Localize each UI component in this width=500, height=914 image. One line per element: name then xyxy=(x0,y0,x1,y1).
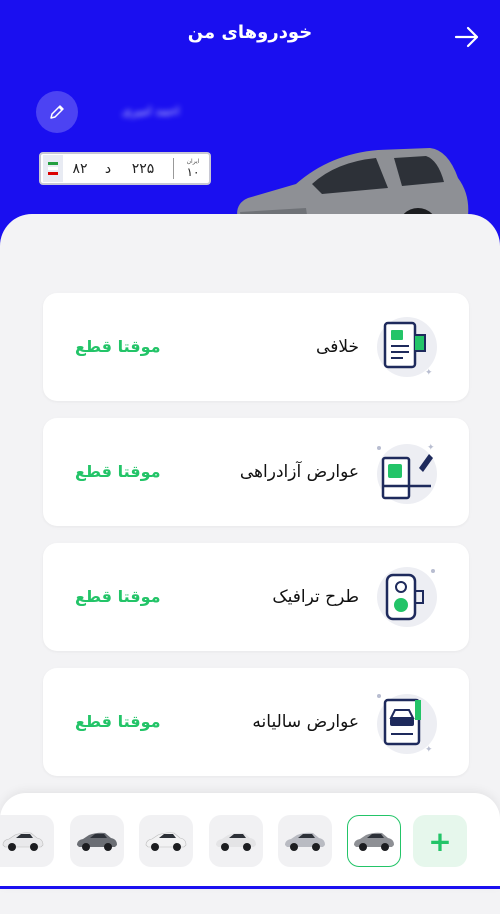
svg-text:✦: ✦ xyxy=(425,368,433,378)
plate-region-code: ۱۰ xyxy=(186,165,200,179)
add-car-button[interactable]: + xyxy=(413,815,467,867)
car-icon xyxy=(77,832,117,851)
traffic-plan-icon xyxy=(377,567,437,627)
back-button[interactable] xyxy=(450,20,484,54)
service-title: عوارض سالیانه xyxy=(252,712,359,732)
service-status: موقتا قطع xyxy=(75,587,161,606)
car-thumbnail[interactable] xyxy=(139,815,193,867)
car-thumbnail-selected[interactable] xyxy=(347,815,401,867)
owner-name: احمد امیری xyxy=(122,104,180,118)
car-icon xyxy=(2,832,44,851)
plate-region-label: ایران xyxy=(186,158,200,165)
plate-region: ایران ۱۰ xyxy=(173,158,206,179)
car-icon xyxy=(354,832,394,851)
toll-booth-icon: ✦ xyxy=(377,443,437,504)
fines-receipt-icon: ✦ xyxy=(377,317,437,378)
service-status: موقتا قطع xyxy=(75,712,161,731)
service-card-annual-toll[interactable]: ✦ عوارض سالیانه موقتا قطع xyxy=(43,668,469,776)
iran-flag-icon xyxy=(43,155,63,182)
service-title: عوارض آزادراهی xyxy=(239,462,359,482)
edit-button[interactable] xyxy=(36,91,78,133)
car-thumbnail[interactable] xyxy=(278,815,332,867)
service-card-fines[interactable]: ✦ خلافی موقتا قطع xyxy=(43,293,469,401)
arrow-right-icon xyxy=(454,26,479,48)
car-thumbnail[interactable] xyxy=(0,815,54,867)
license-plate: ۸۲ د ۲۲۵ ایران ۱۰ xyxy=(39,152,211,185)
page-title: خودروهای من xyxy=(187,22,313,43)
car-icon xyxy=(285,832,325,851)
service-status: موقتا قطع xyxy=(75,462,161,481)
svg-text:✦: ✦ xyxy=(427,443,435,453)
car-icon xyxy=(145,832,187,851)
annual-toll-icon: ✦ xyxy=(377,694,437,755)
plate-prefix: ۸۲ xyxy=(72,160,88,177)
service-title: خلافی xyxy=(316,337,359,357)
service-title: طرح ترافیک xyxy=(272,587,359,607)
plate-number: ۲۲۵ xyxy=(131,160,155,177)
service-card-freeway-toll[interactable]: ✦ عوارض آزادراهی موقتا قطع xyxy=(43,418,469,526)
plate-letter: د xyxy=(104,160,112,177)
pencil-icon xyxy=(50,105,64,119)
car-thumbnail[interactable] xyxy=(70,815,124,867)
car-icon xyxy=(216,832,256,851)
car-thumbnail[interactable] xyxy=(209,815,263,867)
service-status: موقتا قطع xyxy=(75,337,161,356)
svg-text:✦: ✦ xyxy=(425,745,433,755)
service-card-traffic-plan[interactable]: طرح ترافیک موقتا قطع xyxy=(43,543,469,651)
